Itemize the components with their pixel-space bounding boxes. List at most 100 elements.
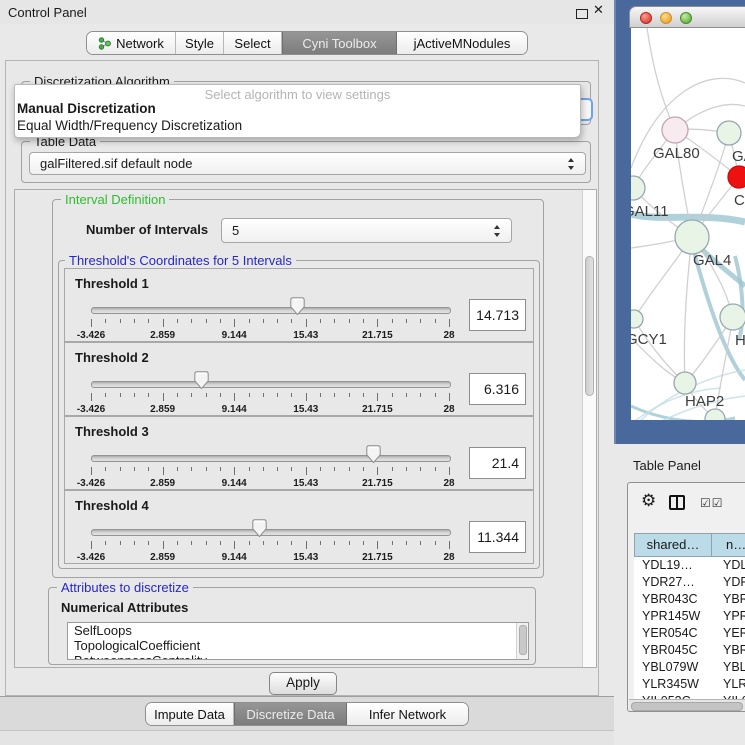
number-of-intervals-label: Number of Intervals (86, 222, 208, 237)
threshold-value-field-2[interactable]: 6.316 (469, 373, 526, 405)
screen: Control Panel ✕ NetworkStyleSelectCyni T… (0, 0, 745, 745)
bottom-strip-lower (0, 730, 614, 745)
tick-label: 2.859 (135, 478, 191, 489)
threshold-slider-1[interactable]: -3.4262.8599.14415.4321.71528 (89, 297, 453, 341)
combo-spinner-icon (494, 225, 501, 237)
table-row[interactable]: YBR043CYBR0 (634, 591, 745, 608)
network-edge (634, 319, 685, 383)
number-of-intervals-value: 5 (232, 223, 239, 238)
network-node-ga-partial[interactable] (717, 121, 741, 145)
attribute-item[interactable]: BetweennessCentrality (68, 653, 528, 660)
threshold-label: Threshold 4 (75, 498, 149, 513)
node-label-red-node: C (734, 192, 745, 209)
tick-label: 21.715 (349, 552, 405, 563)
tab-style[interactable]: Style (176, 32, 224, 54)
network-node-gal11[interactable] (631, 176, 645, 200)
mac-close-button[interactable] (640, 12, 652, 24)
node-label-hap2: HAP2 (685, 393, 724, 410)
mac-minimize-button[interactable] (660, 12, 672, 24)
close-icon[interactable]: ✕ (593, 3, 604, 18)
algorithm-option-2[interactable]: Equal Width/Frequency Discretization (17, 118, 242, 133)
float-window-icon[interactable] (576, 9, 588, 19)
network-node-bottom-partial[interactable] (705, 409, 725, 420)
apply-button[interactable]: Apply (269, 672, 337, 695)
threshold-thumb-4[interactable] (252, 519, 267, 541)
threshold-thumb-1[interactable] (290, 297, 305, 319)
threshold-value-field-3[interactable]: 21.4 (469, 447, 526, 479)
tick-label: 28 (421, 552, 477, 563)
threshold-row-4: Threshold 4-3.4262.8599.14415.4321.71528… (64, 490, 534, 564)
column-header-name[interactable]: n… (711, 533, 745, 557)
numerical-attributes-list[interactable]: SelfLoopsTopologicalCoefficientBetweenne… (67, 622, 529, 660)
network-node-red-node[interactable] (728, 166, 745, 188)
column-header-shared[interactable]: shared… (634, 533, 712, 557)
threshold-slider-2[interactable]: -3.4262.8599.14415.4321.71528 (89, 371, 453, 415)
main-tab-bar: NetworkStyleSelectCyni ToolboxjActiveMNo… (86, 31, 528, 55)
threshold-thumb-2[interactable] (194, 371, 209, 393)
table-row[interactable]: YDL19…YDL1 (634, 557, 745, 574)
numerical-attributes-heading: Numerical Attributes (61, 600, 188, 615)
tab-cyni-toolbox[interactable]: Cyni Toolbox (282, 32, 397, 54)
cell-name: YDR2 (711, 574, 745, 591)
table-hscrollbar[interactable] (629, 699, 745, 711)
attribute-item[interactable]: TopologicalCoefficient (68, 638, 528, 653)
control-panel-titlebar: Control Panel ✕ (0, 0, 614, 24)
threshold-thumb-3[interactable] (366, 445, 381, 467)
bottom-tab-bar: Impute DataDiscretize DataInfer Network (145, 702, 469, 726)
threshold-value-field-1[interactable]: 14.713 (469, 299, 526, 331)
network-node-gal4[interactable] (675, 220, 709, 254)
panel-title: Control Panel (8, 5, 87, 20)
table-data-combo[interactable]: galFiltered.sif default node (29, 152, 586, 175)
tick-label: 15.43 (278, 330, 334, 341)
network-node-gcy1[interactable] (631, 310, 643, 328)
tab-jactivemnodules[interactable]: jActiveMNodules (397, 32, 527, 54)
attribute-item[interactable]: SelfLoops (68, 623, 528, 638)
network-window-titlebar (629, 6, 745, 28)
threshold-slider-4[interactable]: -3.4262.8599.14415.4321.71528 (89, 519, 453, 563)
cell-shared-name: YBR045C (634, 642, 711, 659)
attributes-legend: Attributes to discretize (57, 580, 193, 595)
number-of-intervals-combo[interactable]: 5 (221, 218, 512, 243)
threshold-row-3: Threshold 3-3.4262.8599.14415.4321.71528… (64, 416, 534, 490)
network-node-hap2[interactable] (674, 372, 696, 394)
network-canvas[interactable]: GAL80GACGAL11GAL4GCY1HHAP2 (631, 28, 745, 420)
threshold-slider-3[interactable]: -3.4262.8599.14415.4321.71528 (89, 445, 453, 489)
settings-scrollbar-thumb[interactable] (585, 256, 594, 396)
cell-name: YDL1 (711, 557, 745, 574)
tick-label: 15.43 (278, 552, 334, 563)
tick-label: 21.715 (349, 478, 405, 489)
mac-zoom-button[interactable] (680, 12, 692, 24)
tick-label: 2.859 (135, 404, 191, 415)
tick-label: 9.144 (206, 404, 262, 415)
table-row[interactable]: YER054CYER0 (634, 625, 745, 642)
node-label-ga-partial: GA (732, 148, 745, 165)
table-row[interactable]: YLR345WYLR3 (634, 676, 745, 693)
network-node-h-partial[interactable] (720, 304, 745, 330)
table-row[interactable]: YPR145WYPR1 (634, 608, 745, 625)
table-data-combo-value: galFiltered.sif default node (40, 156, 192, 171)
tab-discretize-data[interactable]: Discretize Data (234, 703, 347, 725)
table-row[interactable]: YBR045CYBR0 (634, 642, 745, 659)
table-row[interactable]: YDR27…YDR2 (634, 574, 745, 591)
tab-infer-network[interactable]: Infer Network (347, 703, 468, 725)
table-rows: YDL19…YDL1YDR27…YDR2YBR043CYBR0YPR145WYP… (634, 557, 745, 710)
gear-icon[interactable]: ⚙ (641, 491, 656, 511)
tab-network[interactable]: Network (87, 32, 176, 54)
network-edge (684, 237, 692, 383)
table-panel: ⚙ ☑☑ shared… n… YDL19…YDL1YDR27…YDR2YBR0… (627, 482, 745, 712)
split-view-icon[interactable] (669, 495, 685, 510)
cell-name: YBL0 (711, 659, 745, 676)
network-node-gal80[interactable] (662, 117, 688, 143)
checkbox-icons[interactable]: ☑☑ (700, 496, 724, 510)
cell-shared-name: YDR27… (634, 574, 711, 591)
tab-impute-data[interactable]: Impute Data (146, 703, 234, 725)
algorithm-popup: Select algorithm to view settings Manual… (14, 84, 581, 138)
attributes-scrollbar[interactable] (516, 623, 528, 659)
tab-select[interactable]: Select (224, 32, 282, 54)
cell-shared-name: YDL19… (634, 557, 711, 574)
algorithm-option-1[interactable]: Manual Discretization (17, 101, 156, 116)
table-row[interactable]: YBL079WYBL0 (634, 659, 745, 676)
tick-label: 9.144 (206, 552, 262, 563)
settings-scrollbar[interactable] (582, 190, 596, 667)
threshold-value-field-4[interactable]: 11.344 (469, 521, 526, 553)
